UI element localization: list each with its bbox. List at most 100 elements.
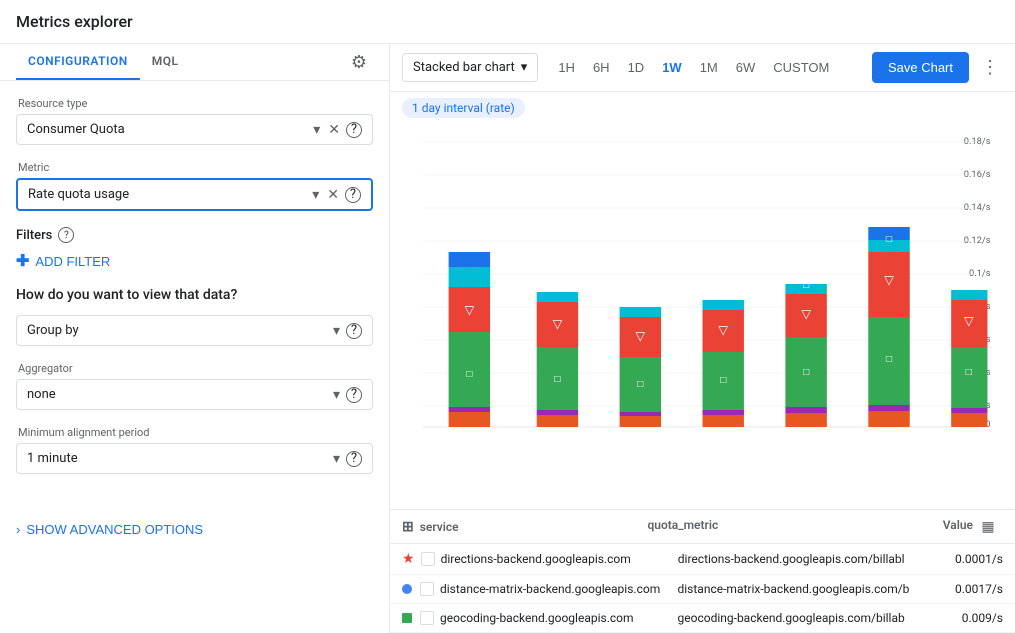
legend-col-value-header: Value bbox=[893, 518, 973, 535]
legend-col-quota-header: quota_metric bbox=[648, 518, 894, 535]
svg-text:▽: ▽ bbox=[884, 273, 894, 287]
row-value-1: 0.0001/s bbox=[923, 552, 1003, 566]
filters-help-icon[interactable]: ? bbox=[58, 227, 74, 243]
svg-text:□: □ bbox=[554, 374, 560, 385]
tab-mql[interactable]: MQL bbox=[140, 44, 191, 80]
alignment-value: 1 minute bbox=[27, 451, 331, 466]
resource-type-select[interactable]: Consumer Quota ▾ ✕ ? bbox=[16, 114, 373, 145]
resource-type-dropdown[interactable]: ▾ bbox=[311, 121, 322, 138]
svg-text:□: □ bbox=[886, 354, 892, 365]
group-section: How do you want to view that data? Group… bbox=[16, 287, 373, 346]
aggregator-value: none bbox=[27, 387, 331, 402]
svg-text:□: □ bbox=[803, 280, 809, 291]
chart-area: 0.18/s 0.16/s 0.14/s 0.12/s 0.1/s 0.08/s… bbox=[390, 124, 1015, 505]
row-quota-1: directions-backend.googleapis.com/billab… bbox=[678, 552, 923, 566]
tab-configuration[interactable]: CONFIGURATION bbox=[16, 44, 140, 80]
add-filter-button[interactable]: ✚ ADD FILTER bbox=[16, 251, 110, 271]
svg-text:□: □ bbox=[886, 234, 892, 245]
chevron-down-icon: › bbox=[16, 522, 20, 537]
time-btn-1d[interactable]: 1D bbox=[620, 55, 653, 80]
resource-type-label: Resource type bbox=[16, 97, 373, 110]
metric-value: Rate quota usage bbox=[28, 187, 310, 202]
save-chart-button[interactable]: Save Chart bbox=[872, 52, 969, 83]
chart-type-dropdown-icon: ▾ bbox=[521, 60, 528, 75]
metric-select[interactable]: Rate quota usage ▾ ✕ ? bbox=[16, 178, 373, 211]
time-btn-1h[interactable]: 1H bbox=[550, 55, 583, 80]
aggregator-group: Aggregator none ▾ ? bbox=[16, 362, 373, 410]
legend-row: distance-matrix-backend.googleapis.com d… bbox=[390, 575, 1015, 604]
group-by-help-icon[interactable]: ? bbox=[346, 323, 362, 339]
aggregator-select[interactable]: none ▾ ? bbox=[16, 379, 373, 410]
alignment-dropdown[interactable]: ▾ bbox=[331, 450, 342, 467]
add-filter-label: ADD FILTER bbox=[35, 254, 110, 269]
alignment-label: Minimum alignment period bbox=[16, 426, 373, 439]
group-by-dropdown[interactable]: ▾ bbox=[331, 322, 342, 339]
row-quota-3: geocoding-backend.googleapis.com/billab bbox=[678, 611, 924, 625]
svg-text:▽: ▽ bbox=[553, 317, 563, 331]
row-checkbox-1[interactable] bbox=[421, 552, 435, 566]
filters-section: Filters ? ✚ ADD FILTER bbox=[16, 227, 373, 271]
legend-col-chart-header: ▦ bbox=[973, 518, 1003, 535]
metric-label: Metric bbox=[16, 161, 373, 174]
row-icon-star: ★ bbox=[402, 551, 415, 567]
metric-help[interactable]: ? bbox=[345, 187, 361, 203]
legend-row: geocoding-backend.googleapis.com geocodi… bbox=[390, 604, 1015, 633]
row-icon-square bbox=[402, 613, 412, 623]
svg-text:▽: ▽ bbox=[964, 314, 974, 328]
app-header: Metrics explorer bbox=[0, 0, 1015, 44]
gear-button[interactable]: ⚙ bbox=[345, 46, 373, 79]
alignment-help-icon[interactable]: ? bbox=[346, 451, 362, 467]
row-service-2: distance-matrix-backend.googleapis.com bbox=[440, 582, 678, 596]
time-btn-6h[interactable]: 6H bbox=[585, 55, 618, 80]
resource-type-help[interactable]: ? bbox=[346, 122, 362, 138]
svg-text:□: □ bbox=[637, 379, 643, 390]
stacked-bar-chart: 0.18/s 0.16/s 0.14/s 0.12/s 0.1/s 0.08/s… bbox=[402, 132, 1003, 432]
alignment-group: Minimum alignment period 1 minute ▾ ? bbox=[16, 426, 373, 474]
svg-text:□: □ bbox=[466, 369, 472, 380]
show-advanced-label: SHOW ADVANCED OPTIONS bbox=[26, 522, 203, 537]
table-grid-icon: ⊞ bbox=[402, 519, 414, 535]
svg-text:▽: ▽ bbox=[801, 307, 811, 321]
aggregator-dropdown[interactable]: ▾ bbox=[331, 386, 342, 403]
group-by-select[interactable]: Group by ▾ ? bbox=[16, 315, 373, 346]
add-filter-plus-icon: ✚ bbox=[16, 251, 29, 271]
legend-header: ⊞ service quota_metric Value ▦ bbox=[390, 510, 1015, 544]
gear-icon: ⚙ bbox=[351, 52, 367, 72]
group-by-value: Group by bbox=[27, 323, 331, 338]
svg-text:▽: ▽ bbox=[636, 329, 646, 343]
row-service-3: geocoding-backend.googleapis.com bbox=[440, 611, 678, 625]
show-advanced-button[interactable]: › SHOW ADVANCED OPTIONS bbox=[0, 506, 219, 553]
metric-dropdown[interactable]: ▾ bbox=[310, 186, 321, 203]
chart-type-select[interactable]: Stacked bar chart ▾ bbox=[402, 53, 538, 82]
legend-row: ★ directions-backend.googleapis.com dire… bbox=[390, 544, 1015, 575]
row-checkbox-3[interactable] bbox=[420, 611, 434, 625]
resource-type-value: Consumer Quota bbox=[27, 122, 311, 137]
aggregator-help-icon[interactable]: ? bbox=[346, 387, 362, 403]
more-options-button[interactable]: ⋮ bbox=[977, 53, 1003, 82]
column-config-button[interactable]: ▦ bbox=[981, 518, 994, 535]
svg-text:□: □ bbox=[966, 367, 972, 378]
resource-type-clear[interactable]: ✕ bbox=[326, 121, 342, 138]
legend-col-service-header: ⊞ service bbox=[402, 518, 648, 535]
alignment-select[interactable]: 1 minute ▾ ? bbox=[16, 443, 373, 474]
row-value-3: 0.009/s bbox=[923, 611, 1003, 625]
interval-badge: 1 day interval (rate) bbox=[402, 98, 525, 118]
row-value-2: 0.0017/s bbox=[923, 582, 1003, 596]
left-panel: CONFIGURATION MQL ⚙ Resource type Consum… bbox=[0, 44, 390, 633]
time-btn-6w[interactable]: 6W bbox=[728, 55, 764, 80]
tab-actions: ⚙ bbox=[345, 44, 373, 80]
chart-subtitle: 1 day interval (rate) bbox=[390, 92, 1015, 124]
time-btn-1w[interactable]: 1W bbox=[654, 55, 690, 80]
legend-table: ⊞ service quota_metric Value ▦ ★ directi… bbox=[390, 509, 1015, 633]
row-quota-2: distance-matrix-backend.googleapis.com/b bbox=[678, 582, 924, 596]
filters-label: Filters ? bbox=[16, 227, 373, 243]
time-btn-custom[interactable]: CUSTOM bbox=[765, 55, 837, 80]
row-checkbox-2[interactable] bbox=[420, 582, 434, 596]
svg-text:□: □ bbox=[720, 375, 726, 386]
chart-type-label: Stacked bar chart bbox=[413, 60, 515, 75]
chart-toolbar: Stacked bar chart ▾ 1H 6H 1D 1W 1M 6W CU… bbox=[390, 44, 1015, 92]
metric-clear[interactable]: ✕ bbox=[325, 186, 341, 203]
resource-type-group: Resource type Consumer Quota ▾ ✕ ? bbox=[16, 97, 373, 145]
time-btn-1m[interactable]: 1M bbox=[692, 55, 726, 80]
metric-group: Metric Rate quota usage ▾ ✕ ? bbox=[16, 161, 373, 211]
